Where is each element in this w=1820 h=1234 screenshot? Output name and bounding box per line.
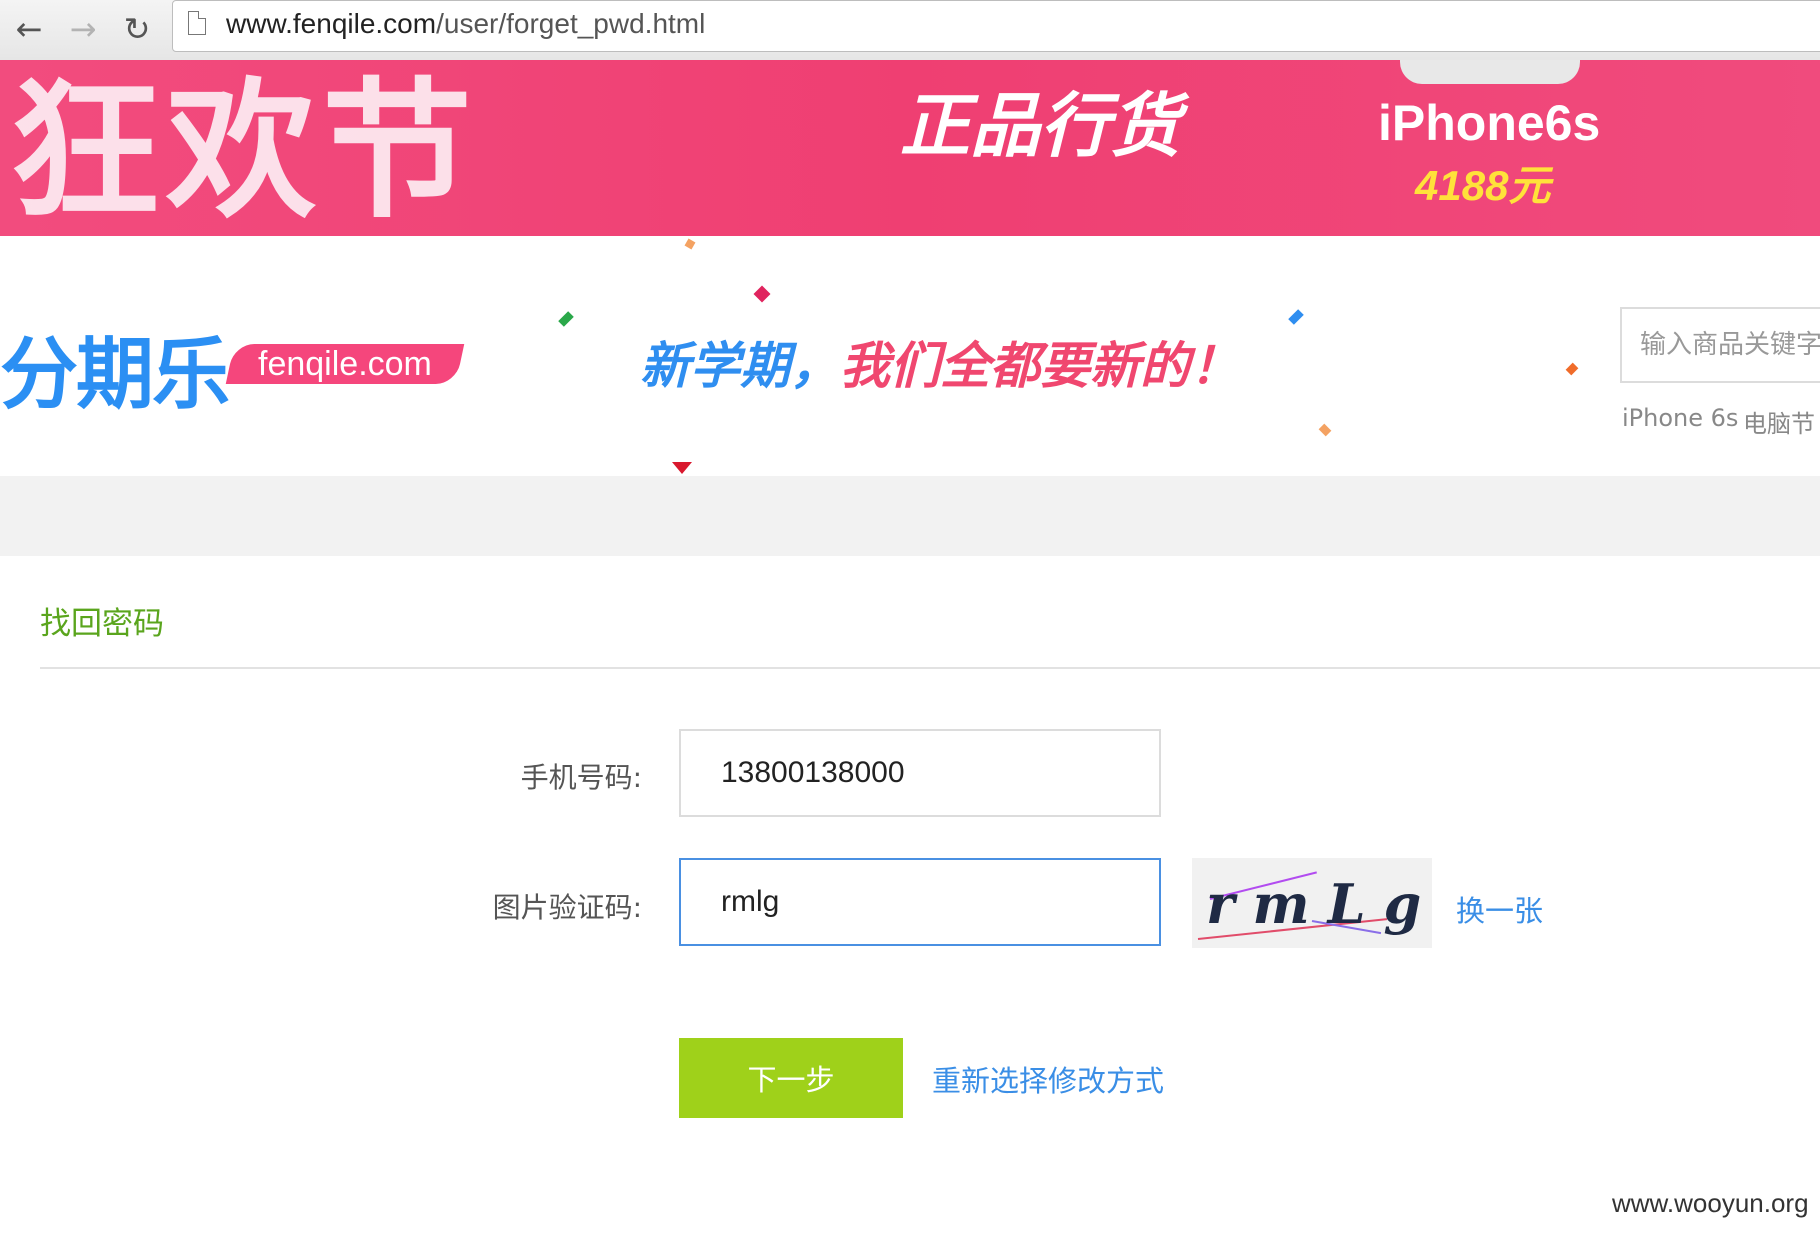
captcha-input[interactable]: [679, 858, 1161, 946]
hot-search-link[interactable]: iPhone 6s: [1622, 404, 1738, 432]
campaign-slogan[interactable]: 新学期，我们全都要新的！: [640, 326, 1240, 398]
url-path: /user/forget_pwd.html: [436, 8, 706, 39]
reload-icon[interactable]: ↻: [114, 6, 160, 52]
search-input[interactable]: [1620, 307, 1820, 383]
hot-search-link[interactable]: 电脑节: [1743, 404, 1815, 439]
back-arrow-icon[interactable]: ←: [6, 6, 52, 52]
navigation-band: [0, 476, 1820, 556]
captcha-label: 图片验证码:: [492, 891, 642, 924]
captcha-image[interactable]: rmLg: [1192, 858, 1432, 948]
page-title: 找回密码: [40, 606, 164, 642]
banner-decorative-title: 狂欢节: [10, 65, 479, 236]
campaign-part-2: 我们全都要新的！: [840, 337, 1240, 395]
logo-domain-badge: fenqile.com: [225, 344, 465, 384]
reselect-method-link[interactable]: 重新选择修改方式: [932, 1058, 1164, 1100]
url-text[interactable]: www.fenqile.com/user/forget_pwd.html: [226, 8, 705, 40]
phone-input[interactable]: [679, 729, 1161, 817]
phone-image: [1400, 60, 1580, 84]
logo-domain-text: fenqile.com: [258, 345, 432, 383]
campaign-part-1: 新学期，: [640, 337, 840, 395]
promo-banner[interactable]: 狂欢节 正品行货 iPhone6s 4188元: [0, 60, 1820, 236]
title-divider: [40, 667, 1820, 669]
url-host: www.fenqile.com: [226, 8, 437, 39]
refresh-captcha-link[interactable]: 换一张: [1456, 888, 1543, 930]
captcha-text: rmLg: [1206, 872, 1432, 936]
watermark: www.wooyun.org: [1612, 1188, 1809, 1218]
phone-label: 手机号码:: [520, 761, 642, 794]
banner-product: iPhone6s: [1378, 95, 1601, 151]
confetti-decoration: [672, 462, 692, 474]
next-step-button[interactable]: 下一步: [679, 1038, 903, 1118]
banner-price: 4188元: [1415, 162, 1551, 209]
banner-slogan: 正品行货: [900, 85, 1180, 167]
page-icon: [188, 11, 206, 35]
forward-arrow-icon[interactable]: →: [60, 6, 106, 52]
logo[interactable]: 分期乐: [0, 312, 230, 424]
